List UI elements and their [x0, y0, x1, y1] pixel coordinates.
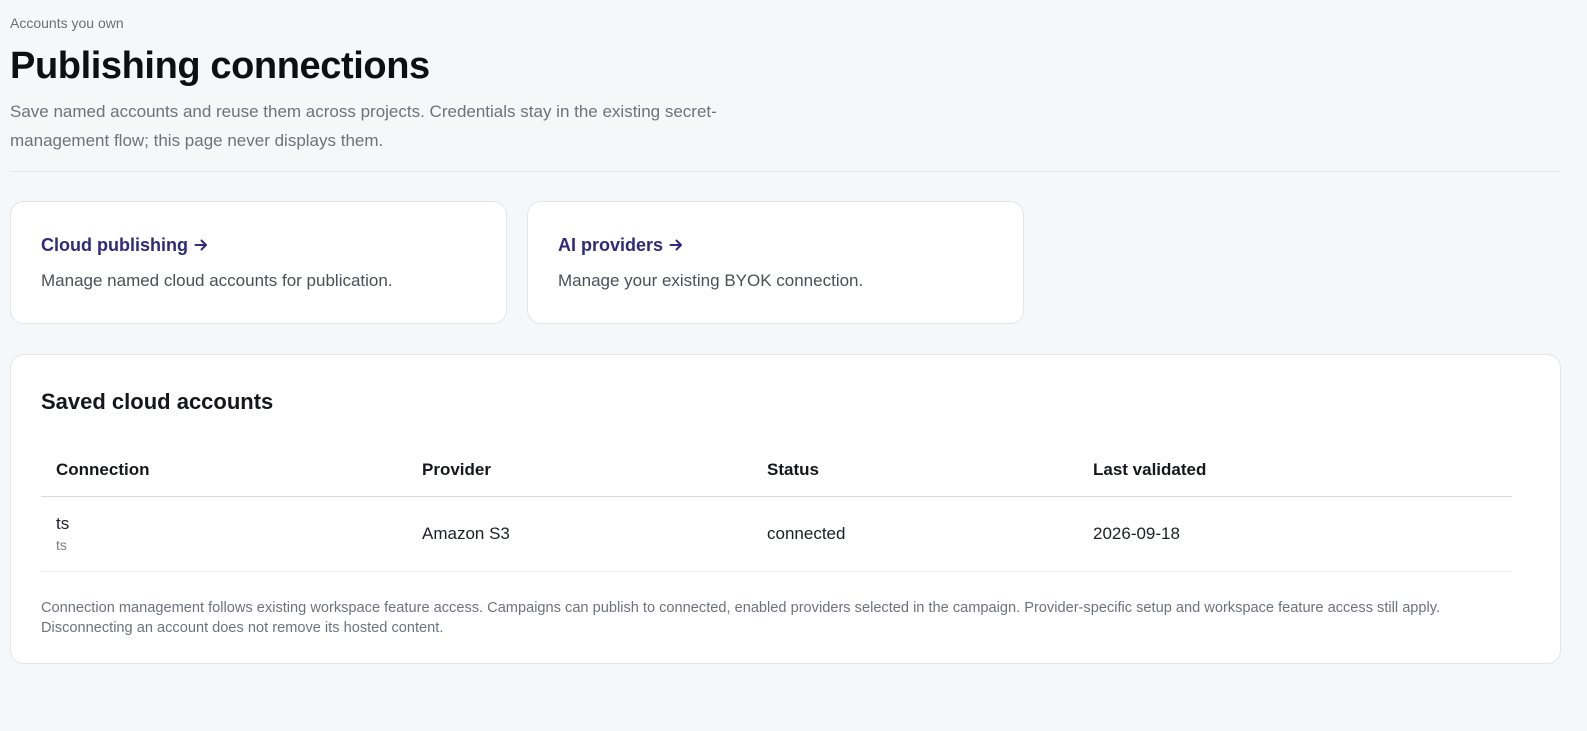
panel-title: Saved cloud accounts — [41, 389, 274, 414]
table-row[interactable]: ts ts Amazon S3 connected 2026-09-18 — [41, 496, 1512, 572]
section-eyebrow: Accounts you own — [10, 15, 124, 31]
cloud-publishing-label: Cloud publishing — [41, 235, 188, 255]
ai-providers-description: Manage your existing BYOK connection. — [558, 271, 864, 290]
publishing-connections-page: Accounts you own Publishing connections … — [0, 0, 1587, 731]
arrow-right-icon — [669, 239, 683, 251]
connection-cell: ts ts — [41, 496, 407, 572]
table-header-row: Connection Provider Status Last validate… — [41, 444, 1512, 497]
cloud-publishing-link[interactable]: Cloud publishing — [41, 234, 208, 256]
header-divider — [10, 171, 1560, 172]
access-footnote: Connection management follows existing w… — [41, 599, 1441, 636]
accounts-table: Connection Provider Status Last validate… — [41, 444, 1512, 572]
last-validated-cell: 2026-09-18 — [1078, 496, 1512, 572]
provider-cell: Amazon S3 — [407, 496, 752, 572]
column-header-connection: Connection — [41, 444, 407, 497]
saved-cloud-accounts-panel: Saved cloud accounts Connection Provider… — [10, 354, 1561, 664]
column-header-status: Status — [752, 444, 1078, 497]
connection-name: ts — [56, 513, 70, 533]
column-header-last-validated: Last validated — [1078, 444, 1512, 497]
cloud-publishing-card[interactable]: Cloud publishing Manage named cloud acco… — [10, 201, 507, 324]
page-title: Publishing connections — [10, 45, 430, 87]
arrow-right-icon — [194, 239, 207, 251]
ai-providers-label: AI providers — [558, 235, 664, 255]
ai-providers-card[interactable]: AI providers Manage your existing BYOK c… — [527, 201, 1024, 324]
link-cards: Cloud publishing Manage named cloud acco… — [10, 201, 1577, 324]
cloud-publishing-description: Manage named cloud accounts for publicat… — [41, 271, 393, 290]
connection-id: ts — [56, 536, 67, 553]
page-subtitle: Save named accounts and reuse them acros… — [10, 102, 717, 150]
column-header-provider: Provider — [407, 444, 752, 497]
ai-providers-link[interactable]: AI providers — [558, 234, 683, 256]
status-cell: connected — [752, 496, 1078, 572]
